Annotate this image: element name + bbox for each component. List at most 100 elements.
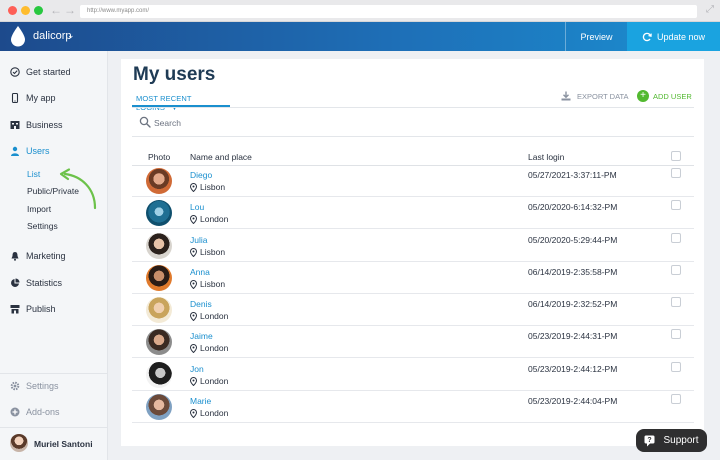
user-name-link[interactable]: Denis xyxy=(190,299,212,309)
user-icon xyxy=(10,146,20,156)
user-name-link[interactable]: Marie xyxy=(190,396,211,406)
sidebar-item-add-ons[interactable]: Add-ons xyxy=(10,407,60,417)
support-label: Support xyxy=(663,435,699,446)
location-pin-icon xyxy=(190,343,197,353)
location-pin-icon xyxy=(190,311,197,321)
page-title: My users xyxy=(133,64,216,85)
row-checkbox[interactable] xyxy=(671,168,681,178)
row-checkbox[interactable] xyxy=(671,362,681,372)
column-header-name-and-place[interactable]: Name and place xyxy=(190,152,252,162)
column-header-last-login[interactable]: Last login xyxy=(528,152,564,162)
avatar xyxy=(146,297,172,323)
export-data-button[interactable]: EXPORT DATA xyxy=(561,91,629,101)
pie-chart-icon xyxy=(10,278,20,288)
brand-name[interactable]: dalicorp xyxy=(33,30,72,42)
sidebar-item-marketing[interactable]: Marketing xyxy=(10,251,66,261)
location-pin-icon xyxy=(190,408,197,418)
export-data-label: EXPORT DATA xyxy=(577,91,629,101)
table-row[interactable]: Anna Lisbon 06/14/2019-2:35:58-PM xyxy=(132,262,694,294)
update-now-label: Update now xyxy=(656,31,706,42)
user-place-label: Lisbon xyxy=(200,279,226,289)
last-login-value: 05/20/2020-6:14:32-PM xyxy=(528,202,618,212)
mobile-icon xyxy=(10,93,20,103)
minimize-window-button[interactable] xyxy=(21,6,30,15)
table-row[interactable]: Julia Lisbon 05/20/2020-5:29:44-PM xyxy=(132,230,694,262)
table-row[interactable]: Marie London 05/23/2019-2:44:04-PM xyxy=(132,391,694,423)
sidebar-item-settings[interactable]: Settings xyxy=(10,381,59,391)
row-checkbox[interactable] xyxy=(671,297,681,307)
maximize-window-button[interactable] xyxy=(34,6,43,15)
user-place: London xyxy=(190,343,228,353)
sidebar-item-statistics[interactable]: Statistics xyxy=(10,278,62,288)
user-place-label: London xyxy=(200,376,229,386)
table-row[interactable]: Jon London 05/23/2019-2:44:12-PM xyxy=(132,359,694,391)
location-pin-icon xyxy=(190,279,197,289)
user-name-link[interactable]: Diego xyxy=(190,170,212,180)
location-pin-icon xyxy=(190,182,197,192)
chevron-down-icon[interactable]: ⌄ xyxy=(67,30,75,41)
row-checkbox[interactable] xyxy=(671,329,681,339)
user-name-link[interactable]: Julia xyxy=(190,235,207,245)
row-checkbox[interactable] xyxy=(671,394,681,404)
sidebar-subitem-settings[interactable]: Settings xyxy=(27,221,58,231)
user-place: Lisbon xyxy=(190,247,225,257)
forward-arrow-icon[interactable]: → xyxy=(64,3,76,17)
sidebar-item-publish[interactable]: Publish xyxy=(10,304,56,314)
close-window-button[interactable] xyxy=(8,6,17,15)
update-now-button[interactable]: Update now xyxy=(627,22,720,51)
user-place: London xyxy=(190,311,228,321)
url-bar[interactable]: http://www.myapp.com/ xyxy=(80,5,697,18)
sidebar-item-label: My app xyxy=(26,93,56,103)
tab-most-recent-logins[interactable]: MOST RECENT LOGINS ▼ xyxy=(132,89,230,112)
preview-button[interactable]: Preview xyxy=(565,22,627,51)
select-all-checkbox[interactable] xyxy=(671,151,681,161)
check-circle-icon xyxy=(10,67,20,77)
user-place: Lisbon xyxy=(190,182,225,192)
sidebar-item-get-started[interactable]: Get started xyxy=(10,67,71,77)
location-pin-icon xyxy=(190,376,197,386)
avatar xyxy=(146,394,172,420)
last-login-value: 05/20/2020-5:29:44-PM xyxy=(528,235,618,245)
expand-icon[interactable]: ⤢ xyxy=(706,4,714,15)
table-row[interactable]: Lou London 05/20/2020-6:14:32-PM xyxy=(132,197,694,229)
user-place-label: London xyxy=(200,408,229,418)
search-input[interactable] xyxy=(154,116,554,130)
search-icon xyxy=(139,116,151,128)
add-user-button[interactable]: + ADD USER xyxy=(637,90,692,102)
sidebar-item-my-app[interactable]: My app xyxy=(10,93,56,103)
user-name-link[interactable]: Jaime xyxy=(190,331,213,341)
refresh-icon xyxy=(642,32,652,41)
user-place-label: London xyxy=(200,343,229,353)
avatar xyxy=(146,329,172,355)
search-divider xyxy=(132,136,694,137)
sidebar-item-label: Users xyxy=(26,146,50,156)
user-place-label: Lisbon xyxy=(200,182,226,192)
user-name: Muriel Santoni xyxy=(34,439,93,449)
sidebar-subitem-import[interactable]: Import xyxy=(27,204,51,214)
avatar xyxy=(10,434,28,452)
row-checkbox[interactable] xyxy=(671,233,681,243)
table-row[interactable]: Denis London 06/14/2019-2:32:52-PM xyxy=(132,294,694,326)
last-login-value: 06/14/2019-2:32:52-PM xyxy=(528,299,618,309)
svg-text:?: ? xyxy=(648,437,652,444)
user-name-link[interactable]: Jon xyxy=(190,364,204,374)
sidebar-item-business[interactable]: Business xyxy=(10,120,63,130)
current-user[interactable]: Muriel Santoni xyxy=(0,427,107,459)
sidebar-item-label: Marketing xyxy=(26,251,66,261)
user-name-link[interactable]: Anna xyxy=(190,267,210,277)
add-user-label: ADD USER xyxy=(653,91,692,101)
user-place-label: Lisbon xyxy=(200,247,226,257)
table-row[interactable]: Diego Lisbon 05/27/2021-3:37:11-PM xyxy=(132,165,694,197)
back-arrow-icon[interactable]: ← xyxy=(50,3,62,17)
user-name-link[interactable]: Lou xyxy=(190,202,204,212)
support-button[interactable]: ? Support xyxy=(636,429,707,452)
app-header: dalicorp ⌄ Preview Update now xyxy=(0,22,720,51)
row-checkbox[interactable] xyxy=(671,200,681,210)
avatar xyxy=(146,168,172,194)
last-login-value: 05/23/2019-2:44:12-PM xyxy=(528,364,618,374)
row-checkbox[interactable] xyxy=(671,265,681,275)
sidebar-subitem-list[interactable]: List xyxy=(27,169,40,179)
sidebar-item-users[interactable]: Users xyxy=(10,146,50,156)
user-place: London xyxy=(190,376,228,386)
table-row[interactable]: Jaime London 05/23/2019-2:44:31-PM xyxy=(132,326,694,358)
